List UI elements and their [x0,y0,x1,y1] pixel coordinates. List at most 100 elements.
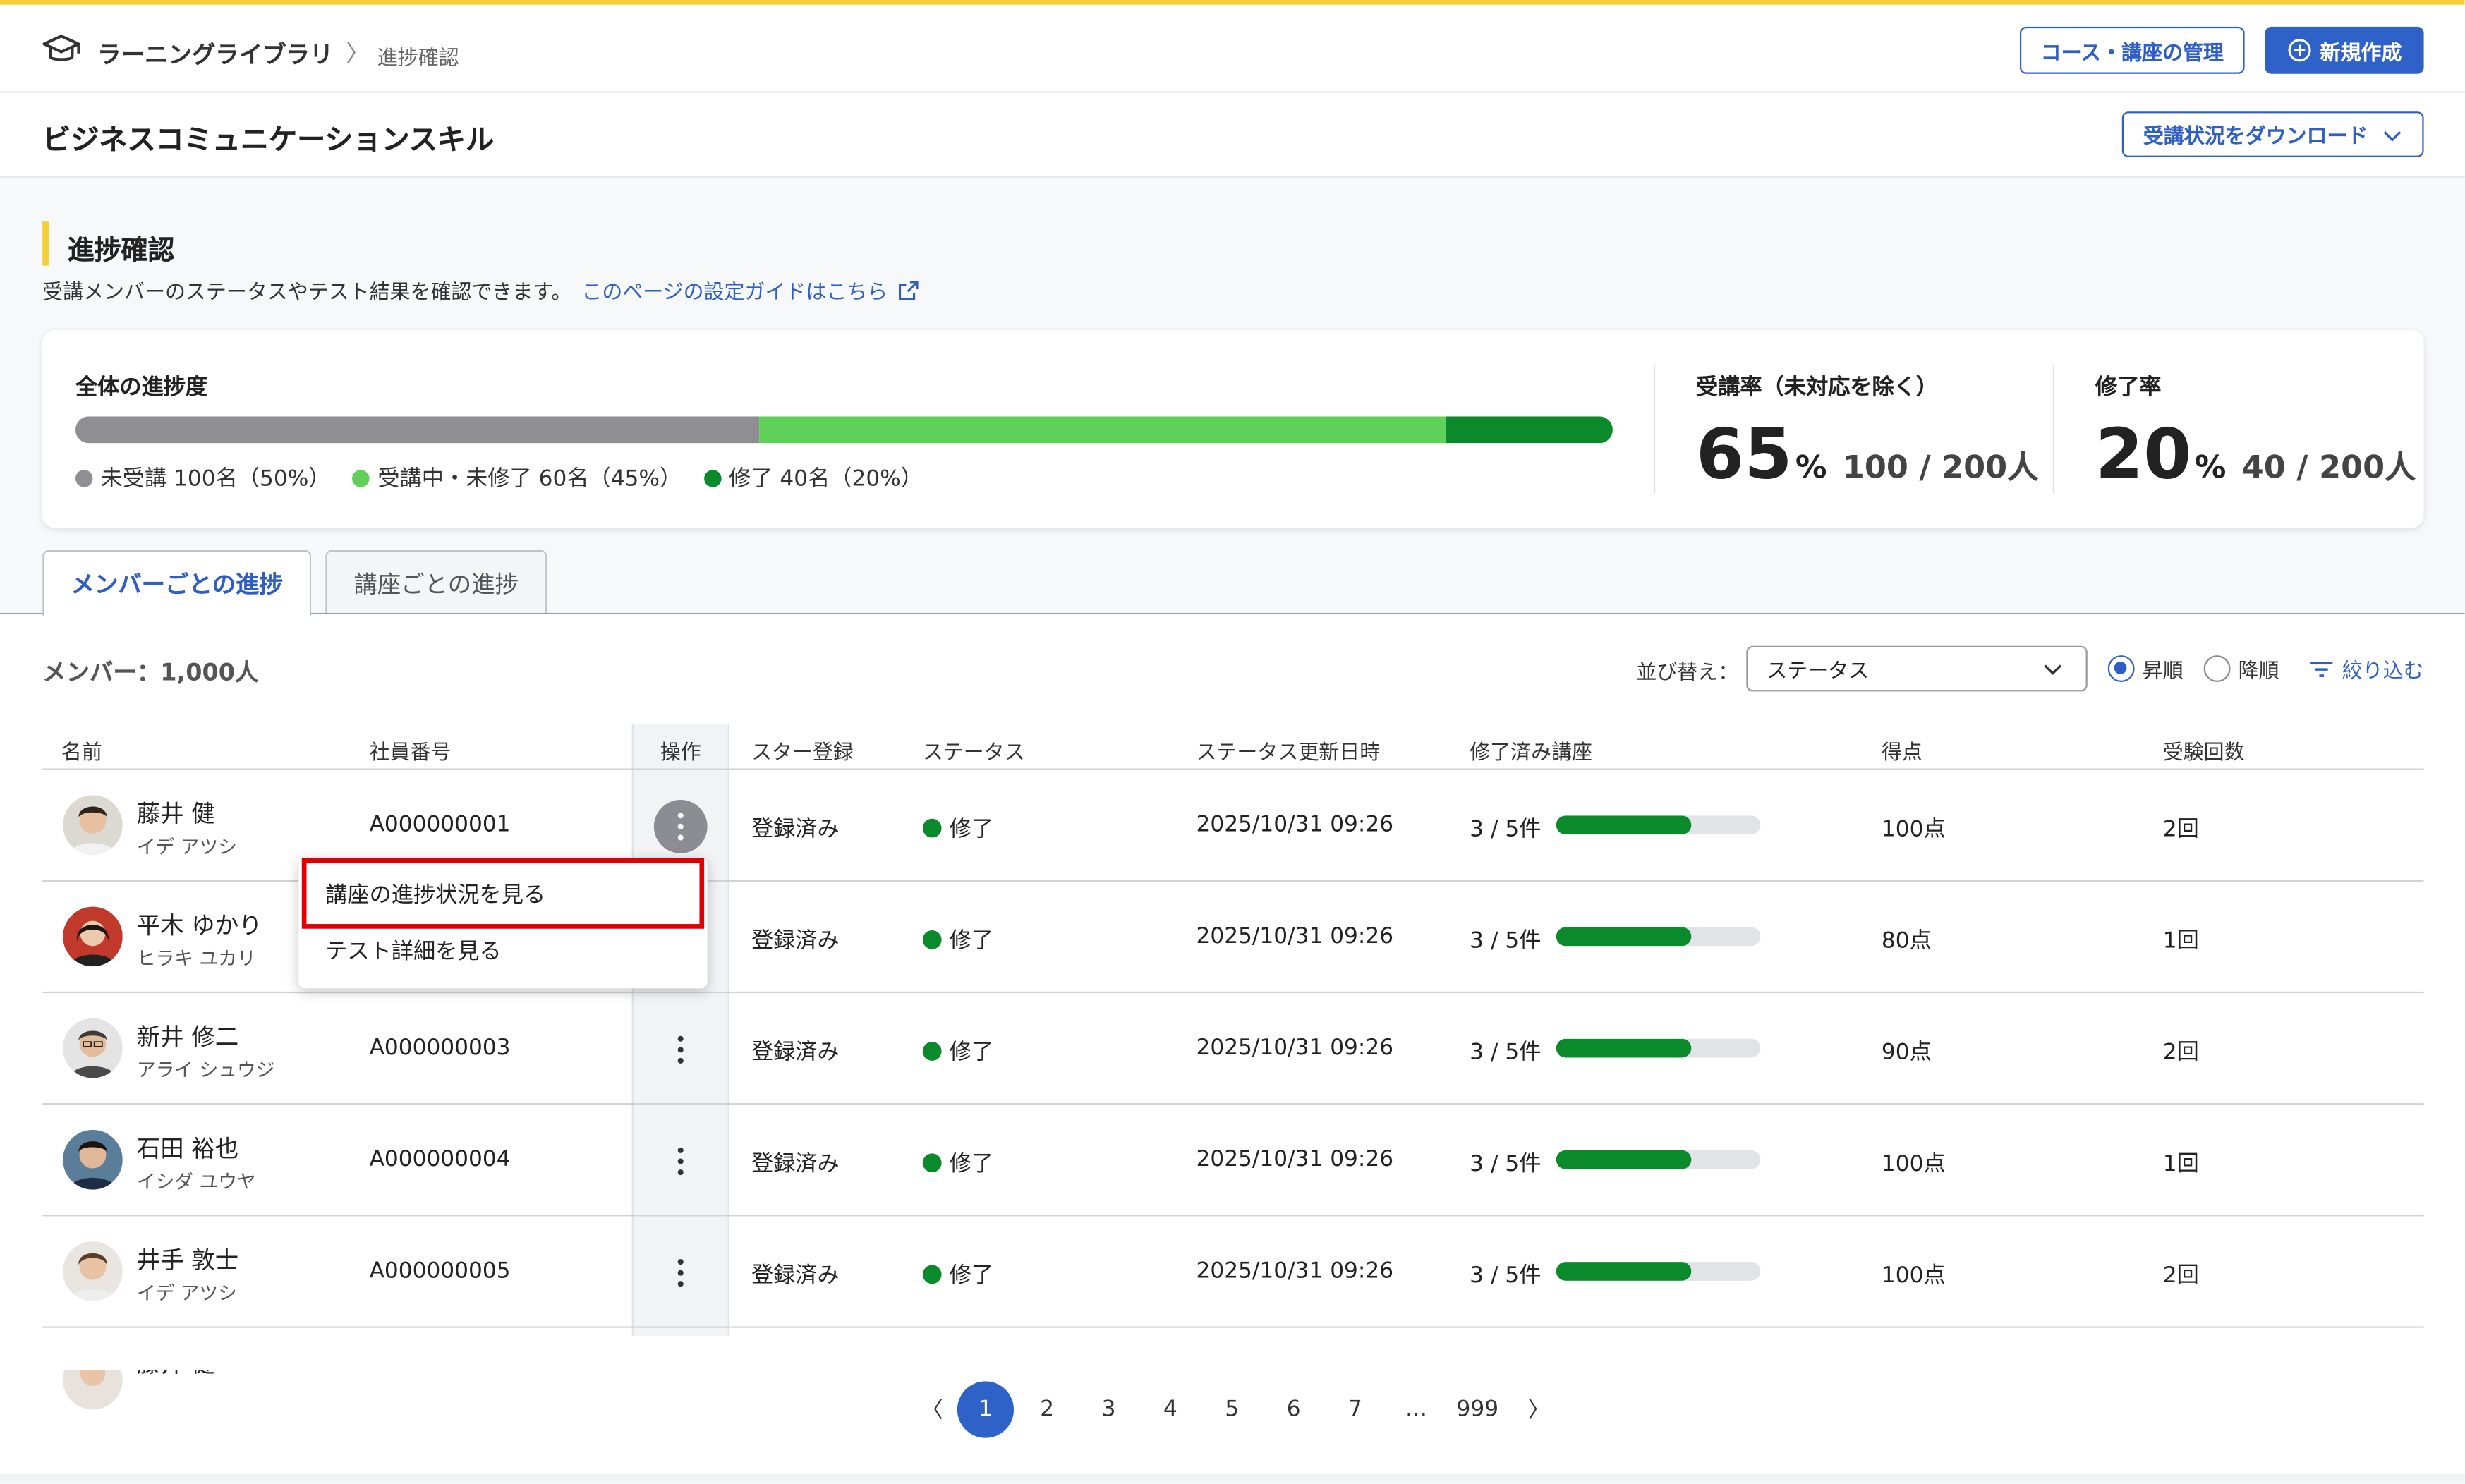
breadcrumb-current: 進捗確認 [377,47,459,71]
avatar [63,1241,123,1301]
status-updated: 2025/10/31 09:26 [1196,924,1394,949]
progress-legend: 未受講 100名（50%） 受講中・未修了 60名（45%） 修了 40名（20%） [75,462,923,494]
member-name: 藤井 健 [136,800,215,829]
row-menu-button[interactable] [653,800,708,853]
guide-link[interactable]: このページの設定ガイドはこちら [581,275,919,305]
status-updated: 2025/10/31 09:26 [1196,1035,1394,1061]
employee-id: A000000003 [369,1035,511,1061]
download-status-button[interactable]: 受講状況をダウンロード [2121,111,2424,157]
legend-item: 受講中・未修了 60名（45%） [352,462,682,494]
sort-select-value: ステータス [1767,659,1870,684]
overall-progress-bar [75,416,1613,444]
guide-link-label: このページの設定ガイドはこちら [581,281,888,305]
course-progress-bar [1556,1038,1761,1058]
col-star: スター登録 [751,741,854,766]
score: 80点 [1881,928,1932,954]
member-name: 新井 修二 [136,1023,239,1052]
new-create-button[interactable]: 新規作成 [2265,26,2424,74]
row-menu-button[interactable] [654,1246,708,1300]
completed-count: 3 / 5件 [1470,1040,1542,1066]
employee-id: A000000001 [369,812,511,838]
row-menu-button[interactable] [654,1023,708,1076]
tab-course-progress[interactable]: 講座ごとの進捗 [325,549,547,615]
avatar [63,1018,123,1078]
legend-item: 未受講 100名（50%） [75,462,331,494]
table-row[interactable]: 井手 敦士 イデ アツシ A000000005 登録済み 修了 2025/10/31 09… [42,1216,2423,1327]
score: 90点 [1881,1040,1932,1066]
status-label: 修了 [949,817,994,843]
course-progress-bar [1556,927,1761,947]
legend-label: 受講中・未修了 60名（45%） [377,466,682,492]
section-accent-bar [42,221,49,266]
legend-dot-icon [352,469,370,487]
member-status: 修了 [922,1147,994,1179]
status-updated: 2025/10/31 09:26 [1196,1258,1394,1284]
breadcrumb-home[interactable]: ラーニングライブラリ [97,37,333,71]
course-title: ビジネスコミュニケーションスキル [42,124,495,157]
graduation-cap-icon [42,35,80,61]
member-kana: イデ アツシ [136,836,238,858]
course-progress-fill [1556,1038,1691,1058]
score: 100点 [1881,1152,1946,1177]
legend-dot-icon [75,469,93,487]
legend-label: 未受講 100名（50%） [100,466,331,492]
attempts: 2回 [2162,817,2199,843]
course-progress-bar [1556,1150,1761,1169]
completed-count: 3 / 5件 [1470,928,1542,954]
member-status: 修了 [922,813,994,844]
external-link-icon [898,281,919,300]
status-label: 修了 [949,1263,994,1289]
sort-desc-radio[interactable]: 降順 [2203,654,2279,683]
member-name: 平木 ゆかり [136,911,262,940]
legend-dot-icon [703,469,721,487]
status-dot-icon [922,818,942,838]
status-label: 修了 [949,928,994,954]
status-updated: 2025/10/31 09:26 [1196,812,1394,838]
attempts: 2回 [2162,1263,2199,1289]
member-status: 修了 [922,1035,994,1067]
table-row[interactable]: 新井 修二 アライ シュウジ A000000003 登録済み 修了 2025/10/31 … [42,993,2423,1105]
avatar [63,795,123,856]
kebab-icon [677,1259,684,1287]
star-status: 登録済み [751,1152,840,1177]
filter-button[interactable]: 絞り込む [2309,654,2424,683]
manage-courses-button[interactable]: コース・講座の管理 [2019,26,2245,74]
footer-strip [0,1473,2465,1484]
attempts: 1回 [2162,928,2199,954]
member-status: 修了 [922,924,994,956]
course-progress-fill [1556,1262,1691,1281]
legend-item: 修了 40名（20%） [703,462,923,494]
filter-icon [2310,661,2333,676]
status-label: 修了 [949,1040,994,1066]
col-completed: 修了済み講座 [1470,741,1592,766]
section-title: 進捗確認 [67,236,175,267]
sort-select[interactable]: ステータス [1746,645,2088,692]
member-name: 井手 敦士 [136,1246,239,1275]
completed-count: 3 / 5件 [1470,817,1542,843]
tab-member-progress[interactable]: メンバーごとの進捗 [42,549,312,616]
col-status: ステータス [922,741,1025,766]
col-attempts: 受験回数 [2162,741,2245,766]
row-menu-button[interactable] [654,1135,708,1188]
divider [2052,364,2054,494]
kebab-icon [677,1035,684,1064]
overall-progress-title: 全体の進捗度 [75,375,208,401]
table-row[interactable]: 石田 裕也 イシダ ユウヤ A000000004 登録済み 修了 2025/10/31 0… [42,1105,2423,1216]
progress-segment [1446,416,1613,444]
member-count: メンバー：1,000人 [42,658,259,687]
sort-asc-radio[interactable]: 昇順 [2107,654,2184,683]
completion-rate-detail: 40 / 200人 [2241,447,2416,486]
status-dot-icon [922,1265,942,1284]
attendance-rate-detail: 100 / 200人 [1842,447,2039,486]
member-name: 石田 裕也 [136,1134,239,1163]
menu-view-test-details[interactable]: テスト詳細を見る [325,935,502,967]
avatar [63,906,123,967]
course-progress-fill [1556,1150,1691,1169]
scroll-clip [0,1335,2465,1370]
status-label: 修了 [949,1152,994,1177]
filter-label: 絞り込む [2342,659,2424,684]
star-status: 登録済み [751,1263,840,1289]
attempts: 2回 [2162,1040,2199,1066]
employee-id: A000000004 [369,1147,511,1173]
top-bar: ラーニングライブラリ 〉 進捗確認 コース・講座の管理 新規作成 [0,0,2465,93]
